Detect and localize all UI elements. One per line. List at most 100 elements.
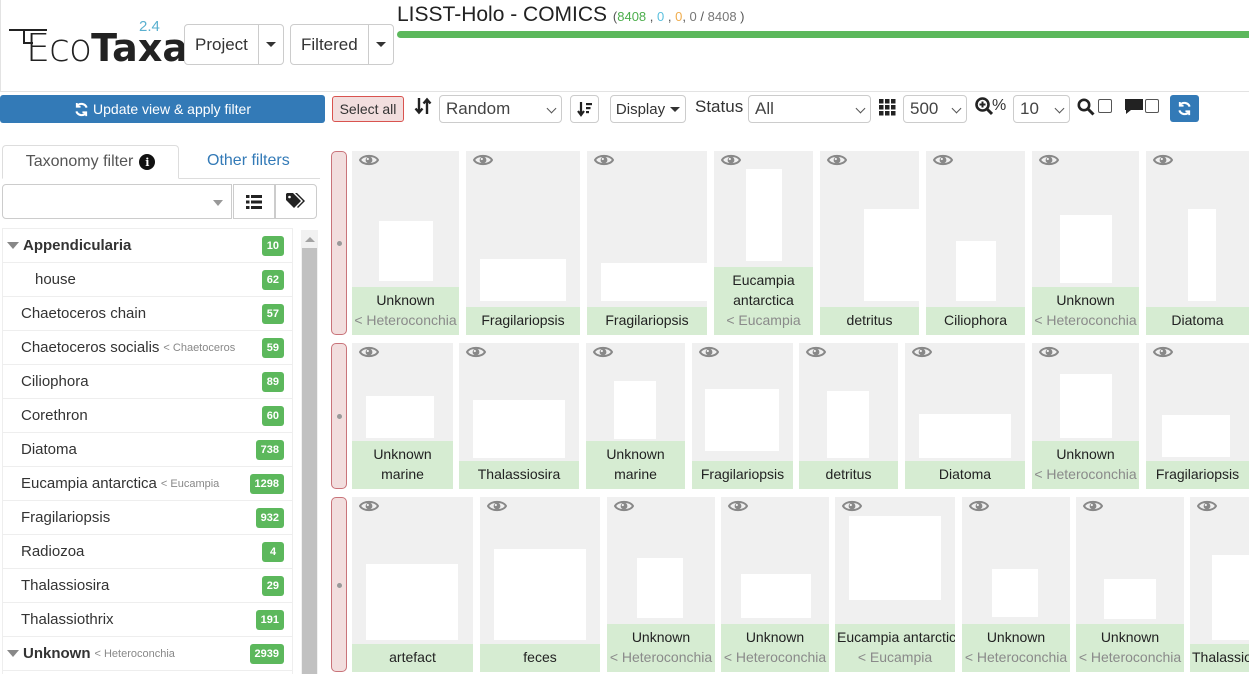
object-image[interactable] <box>827 391 869 458</box>
view-details-button[interactable] <box>1038 345 1060 364</box>
object-vignette[interactable]: Thalassiosira <box>459 343 579 489</box>
view-details-button[interactable] <box>826 153 848 172</box>
object-image[interactable] <box>494 549 586 640</box>
object-image[interactable] <box>849 516 941 600</box>
object-image[interactable] <box>601 263 707 301</box>
display-menu-button[interactable]: Display <box>610 95 686 123</box>
row-select-handle[interactable] <box>331 151 347 335</box>
row-select-handle[interactable] <box>331 497 347 672</box>
object-image[interactable] <box>705 389 779 451</box>
object-image[interactable] <box>1060 374 1112 438</box>
tab-taxonomy-filter[interactable]: Taxonomy filter i <box>2 145 179 179</box>
view-details-button[interactable] <box>968 499 990 518</box>
object-image[interactable] <box>614 381 656 439</box>
object-vignette[interactable]: Unknown < Heteroconchia <box>962 497 1070 672</box>
view-details-button[interactable] <box>358 153 380 172</box>
view-details-button[interactable] <box>805 345 827 364</box>
taxonomy-tree-item[interactable]: Thalassiosira 29 <box>3 569 292 603</box>
object-image[interactable] <box>1104 579 1156 619</box>
taxonomy-tree-item[interactable]: Thalassiothrix 191 <box>3 603 292 637</box>
filtered-menu-button[interactable]: Filtered <box>290 24 394 65</box>
view-details-button[interactable] <box>613 499 635 518</box>
magnifier-checkbox[interactable] <box>1098 99 1112 113</box>
view-details-button[interactable] <box>698 345 720 364</box>
project-menu-label[interactable]: Project <box>185 25 259 64</box>
object-vignette[interactable]: Eucampia antarctica < Eucampia <box>835 497 955 672</box>
caret-down-icon[interactable] <box>7 650 19 657</box>
object-image[interactable] <box>992 569 1038 617</box>
object-vignette[interactable]: Unknown marine <box>586 343 685 489</box>
object-image[interactable] <box>379 221 433 281</box>
refresh-button[interactable] <box>1170 95 1199 122</box>
taxonomy-tree-item[interactable]: Chaetoceros socialis < Chaetoceros 59 <box>3 331 292 365</box>
view-details-button[interactable] <box>1152 345 1174 364</box>
object-vignette[interactable]: Diatoma <box>905 343 1025 489</box>
taxonomy-search-input[interactable] <box>2 184 232 219</box>
taxonomy-tree-item[interactable]: Radiozoa 4 <box>3 535 292 569</box>
caret-down-icon[interactable] <box>7 242 19 249</box>
view-details-button[interactable] <box>932 153 954 172</box>
tags-button[interactable] <box>275 184 317 219</box>
taxonomy-scrollbar[interactable] <box>301 230 318 674</box>
taxonomy-tree-item[interactable]: Fragilariopsis 932 <box>3 501 292 535</box>
zoom-level-select[interactable]: 10 <box>1013 95 1070 123</box>
object-vignette[interactable]: Unknown < Heteroconchia <box>352 151 459 335</box>
update-view-button[interactable]: Update view & apply filter <box>0 95 325 123</box>
taxonomy-tree-item[interactable]: Appendicularia 10 <box>3 229 292 263</box>
taxonomy-tree-item[interactable]: Diatoma 738 <box>3 433 292 467</box>
status-select[interactable]: All <box>748 95 871 123</box>
object-vignette[interactable]: Fragilariopsis <box>1146 343 1249 489</box>
view-details-button[interactable] <box>720 153 742 172</box>
object-image[interactable] <box>480 259 566 301</box>
object-vignette[interactable]: artefact <box>352 497 473 672</box>
select-all-button[interactable]: Select all <box>332 96 404 122</box>
info-icon[interactable]: i <box>139 154 156 170</box>
view-details-button[interactable] <box>911 345 933 364</box>
object-vignette[interactable]: Fragilariopsis <box>466 151 580 335</box>
taxonomy-tree-item[interactable]: Unknown < Heteroconchia 2939 <box>3 637 292 671</box>
object-image[interactable] <box>1212 555 1249 640</box>
view-details-button[interactable] <box>1152 153 1174 172</box>
view-details-button[interactable] <box>358 499 380 518</box>
object-vignette[interactable]: Thalassiothrix <box>1190 497 1249 672</box>
object-vignette[interactable]: Fragilariopsis <box>692 343 793 489</box>
object-vignette[interactable]: Unknown < Heteroconchia <box>1032 343 1139 489</box>
view-details-button[interactable] <box>486 499 508 518</box>
object-vignette[interactable]: Fragilariopsis <box>587 151 707 335</box>
object-vignette[interactable]: Unknown < Heteroconchia <box>607 497 715 672</box>
object-image[interactable] <box>1162 415 1230 457</box>
object-image[interactable] <box>864 209 919 301</box>
sort-field-select[interactable]: Random <box>439 95 562 123</box>
object-image[interactable] <box>741 574 811 618</box>
object-vignette[interactable]: detritus <box>820 151 919 335</box>
project-menu-button[interactable]: Project <box>184 24 284 65</box>
object-image[interactable] <box>366 564 458 640</box>
object-image[interactable] <box>637 558 683 618</box>
object-image[interactable] <box>746 169 782 261</box>
taxonomy-tree-item[interactable]: Eucampia antarctica < Eucampia 1298 <box>3 467 292 501</box>
object-vignette[interactable]: Unknown < Heteroconchia <box>721 497 829 672</box>
taxonomy-tree-item[interactable]: house 62 <box>3 263 292 297</box>
scroll-up-button[interactable] <box>301 230 318 248</box>
view-details-button[interactable] <box>465 345 487 364</box>
project-dropdown-toggle[interactable] <box>259 25 283 64</box>
object-image[interactable] <box>473 400 565 458</box>
object-image[interactable] <box>956 241 996 301</box>
row-select-handle[interactable] <box>331 343 347 489</box>
object-vignette[interactable]: Unknown < Heteroconchia <box>1076 497 1184 672</box>
scrollbar-thumb[interactable] <box>302 248 317 674</box>
view-details-button[interactable] <box>1082 499 1104 518</box>
filtered-menu-label[interactable]: Filtered <box>291 25 369 64</box>
taxonomy-tree-item[interactable]: Corethron 60 <box>3 399 292 433</box>
object-image[interactable] <box>1060 215 1112 283</box>
object-image[interactable] <box>1188 209 1216 301</box>
object-vignette[interactable]: Ciliophora <box>926 151 1025 335</box>
page-size-select[interactable]: 500 <box>903 95 967 123</box>
comments-checkbox[interactable] <box>1145 99 1159 113</box>
taxonomy-tree-item[interactable]: Chaetoceros chain 57 <box>3 297 292 331</box>
object-vignette[interactable]: detritus <box>799 343 898 489</box>
view-details-button[interactable] <box>592 345 614 364</box>
ecotaxa-logo[interactable]: EcoTaxa 2.4 <box>9 18 188 70</box>
object-vignette[interactable]: Diatoma <box>1146 151 1249 335</box>
view-details-button[interactable] <box>1196 499 1218 518</box>
